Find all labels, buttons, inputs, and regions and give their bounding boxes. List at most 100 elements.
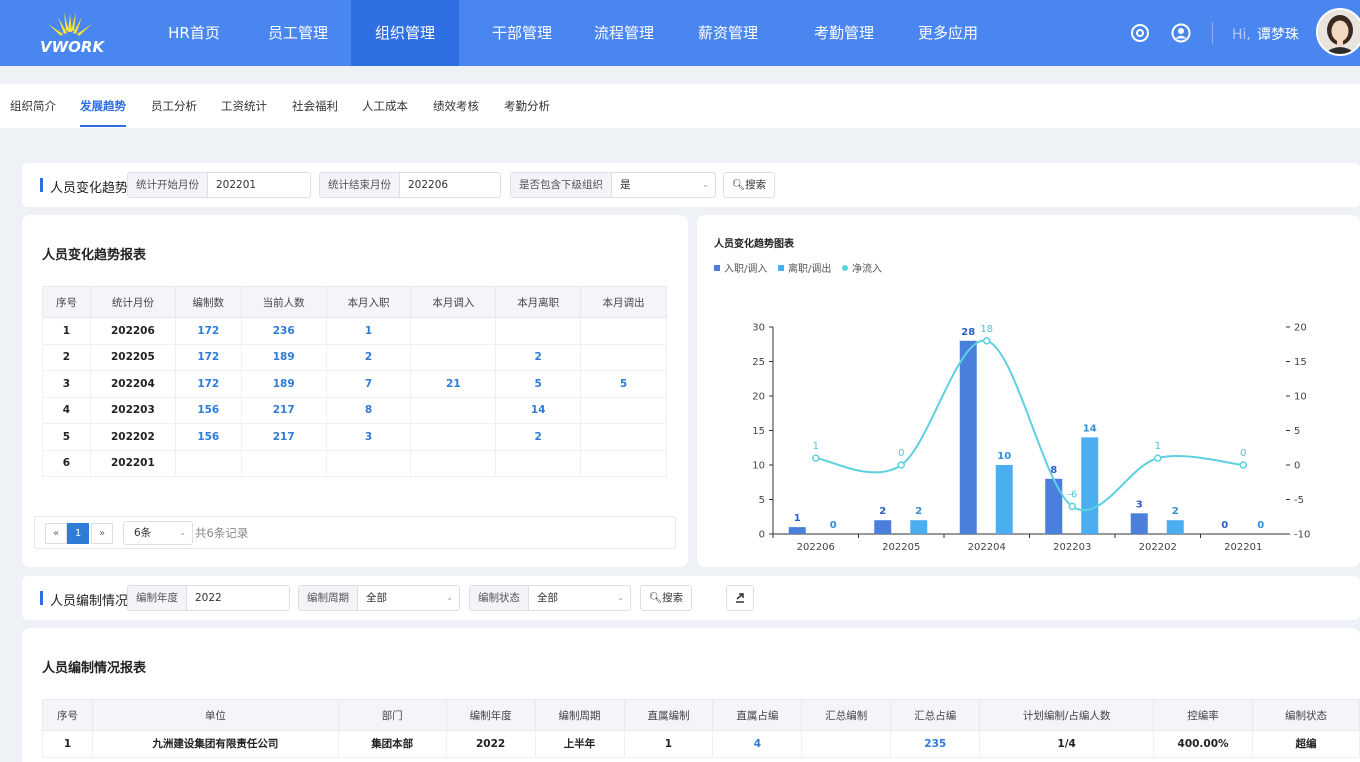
cell-link[interactable]: 236 bbox=[240, 317, 327, 345]
subnav-attendance-analysis[interactable]: 考勤分析 bbox=[504, 84, 550, 128]
subnav-org-profile[interactable]: 组织简介 bbox=[10, 84, 56, 128]
cell: 400.00% bbox=[1153, 730, 1254, 758]
cell-link[interactable]: 14 bbox=[495, 396, 582, 424]
cell-link[interactable]: 2 bbox=[325, 343, 412, 371]
cell: 6 bbox=[42, 449, 91, 477]
cell-link[interactable]: 172 bbox=[174, 343, 242, 371]
cell-link[interactable]: 8 bbox=[325, 396, 412, 424]
trend-search-button[interactable]: 🔍︎搜索 bbox=[723, 172, 775, 198]
nav-salary-management[interactable]: 薪资管理 bbox=[686, 0, 770, 66]
start-month-field[interactable]: 统计开始月份 202201 bbox=[127, 172, 311, 198]
cell-link[interactable] bbox=[240, 449, 327, 477]
cell-link[interactable]: 5 bbox=[580, 370, 667, 398]
cell: 202204 bbox=[89, 370, 176, 398]
vwork-logo[interactable]: VWORK bbox=[40, 12, 104, 56]
cell-link[interactable] bbox=[495, 449, 582, 477]
legend-item-left[interactable]: 离职/调出 bbox=[778, 260, 831, 275]
end-month-field[interactable]: 统计结束月份 202206 bbox=[319, 172, 501, 198]
staffing-status-value[interactable]: 全部 ⌄ bbox=[529, 586, 630, 610]
nav-hr-home[interactable]: HR首页 bbox=[154, 0, 234, 66]
cell-link[interactable] bbox=[580, 396, 667, 424]
cell-link[interactable] bbox=[580, 449, 667, 477]
nav-employee-management[interactable]: 员工管理 bbox=[256, 0, 340, 66]
staffing-year-field[interactable]: 编制年度 2022 bbox=[127, 585, 290, 611]
col-total-occupied: 汇总占编 bbox=[890, 699, 981, 731]
cell-link[interactable] bbox=[410, 423, 497, 451]
staffing-status-select[interactable]: 编制状态 全部 ⌄ bbox=[469, 585, 631, 611]
cell-link[interactable] bbox=[325, 449, 412, 477]
legend-item-net[interactable]: 净流入 bbox=[842, 260, 882, 275]
table-row: 1 九洲建设集团有限责任公司 集团本部 2022 上半年 1 4 235 1/4… bbox=[42, 730, 1360, 758]
trend-report-table: 序号 统计月份 编制数 当前人数 本月入职 本月调入 本月离职 本月调出 1 2… bbox=[42, 286, 667, 477]
page-size-select[interactable]: 6条 ⌄ bbox=[123, 521, 193, 545]
staffing-period-value[interactable]: 全部 ⌄ bbox=[358, 586, 459, 610]
cell-link[interactable]: 235 bbox=[890, 730, 981, 758]
legend-item-hired[interactable]: 入职/调入 bbox=[714, 260, 767, 275]
user-greeting[interactable]: Hi, 谭梦珠 bbox=[1232, 24, 1299, 44]
user-icon[interactable] bbox=[1171, 23, 1191, 43]
export-button[interactable] bbox=[726, 585, 754, 611]
nav-cadre-management[interactable]: 干部管理 bbox=[480, 0, 564, 66]
nav-attendance-management[interactable]: 考勤管理 bbox=[802, 0, 886, 66]
next-page-button[interactable]: » bbox=[91, 523, 113, 544]
cell-link[interactable]: 3 bbox=[325, 423, 412, 451]
cell-link[interactable]: 21 bbox=[410, 370, 497, 398]
cell-link[interactable] bbox=[580, 317, 667, 345]
trend-search-label: 搜索 bbox=[745, 179, 767, 191]
cell-link[interactable] bbox=[580, 343, 667, 371]
subnav-labor-cost[interactable]: 人工成本 bbox=[362, 84, 408, 128]
cell-link[interactable]: 217 bbox=[240, 423, 327, 451]
cell-link[interactable]: 217 bbox=[240, 396, 327, 424]
table-header-row: 序号 统计月份 编制数 当前人数 本月入职 本月调入 本月离职 本月调出 bbox=[42, 286, 667, 318]
nav-more-apps[interactable]: 更多应用 bbox=[906, 0, 990, 66]
cell-link[interactable]: 1 bbox=[325, 317, 412, 345]
cell-link[interactable] bbox=[410, 449, 497, 477]
subnav-performance[interactable]: 绩效考核 bbox=[433, 84, 479, 128]
cell-link[interactable] bbox=[495, 317, 582, 345]
staffing-year-value[interactable]: 2022 bbox=[187, 586, 289, 610]
avatar[interactable] bbox=[1316, 8, 1360, 56]
prev-page-button[interactable]: « bbox=[45, 523, 67, 544]
include-sub-org-value[interactable]: 是 ⌄ bbox=[612, 173, 715, 197]
cell-link[interactable] bbox=[580, 423, 667, 451]
settings-icon[interactable] bbox=[1130, 23, 1150, 43]
cell-link[interactable]: 5 bbox=[495, 370, 582, 398]
legend-label: 入职/调入 bbox=[724, 264, 768, 275]
cell-link[interactable] bbox=[410, 396, 497, 424]
staffing-status-selected: 全部 bbox=[537, 592, 558, 604]
subnav-salary-stats[interactable]: 工资统计 bbox=[221, 84, 267, 128]
cell-link[interactable]: 189 bbox=[240, 343, 327, 371]
top-navigation-bar: VWORK HR首页 员工管理 组织管理 干部管理 流程管理 薪资管理 考勤管理… bbox=[0, 0, 1360, 66]
subnav-employee-analysis[interactable]: 员工分析 bbox=[151, 84, 197, 128]
cell-link[interactable]: 156 bbox=[174, 396, 242, 424]
cell: 3 bbox=[42, 370, 91, 398]
col-planned-occupied: 计划编制/占编人数 bbox=[979, 699, 1155, 731]
staffing-period-select[interactable]: 编制周期 全部 ⌄ bbox=[298, 585, 460, 611]
cell-link[interactable] bbox=[174, 449, 242, 477]
nav-process-management[interactable]: 流程管理 bbox=[582, 0, 666, 66]
cell-link[interactable]: 172 bbox=[174, 370, 242, 398]
staffing-period-selected: 全部 bbox=[366, 592, 387, 604]
subnav-social-welfare[interactable]: 社会福利 bbox=[292, 84, 338, 128]
cell-link[interactable]: 172 bbox=[174, 317, 242, 345]
cell: 202201 bbox=[89, 449, 176, 477]
cell-link[interactable]: 4 bbox=[712, 730, 803, 758]
cell-link[interactable] bbox=[410, 343, 497, 371]
cell-link[interactable] bbox=[410, 317, 497, 345]
cell-link[interactable]: 189 bbox=[240, 370, 327, 398]
user-name: 谭梦珠 bbox=[1256, 27, 1299, 43]
chevron-down-icon: ⌄ bbox=[179, 528, 186, 537]
cell-link[interactable]: 2 bbox=[495, 423, 582, 451]
include-sub-org-select[interactable]: 是否包含下级组织 是 ⌄ bbox=[510, 172, 716, 198]
cell-link[interactable]: 156 bbox=[174, 423, 242, 451]
page-1-button[interactable]: 1 bbox=[67, 523, 89, 544]
end-month-value[interactable]: 202206 bbox=[400, 173, 500, 197]
search-icon: 🔍︎ bbox=[731, 179, 746, 191]
subnav-development-trend[interactable]: 发展趋势 bbox=[80, 84, 126, 128]
staffing-search-button[interactable]: 🔍︎搜索 bbox=[640, 585, 692, 611]
nav-organization-management[interactable]: 组织管理 bbox=[351, 0, 459, 66]
active-tab-underline bbox=[80, 125, 126, 127]
start-month-value[interactable]: 202201 bbox=[208, 173, 310, 197]
cell-link[interactable]: 7 bbox=[325, 370, 412, 398]
cell-link[interactable]: 2 bbox=[495, 343, 582, 371]
